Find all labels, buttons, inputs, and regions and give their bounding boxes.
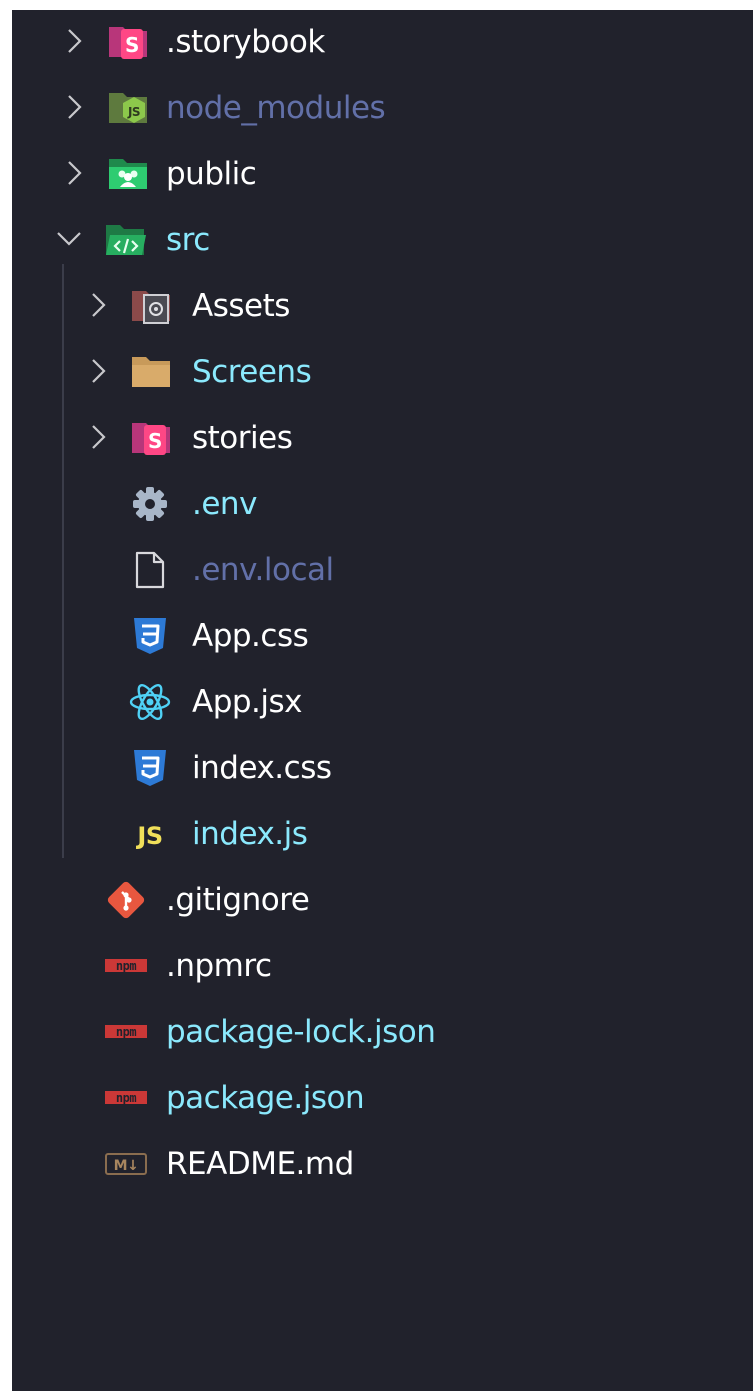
tree-item-label: package.json [166,1080,365,1116]
tree-item-label: index.js [192,816,308,852]
javascript-icon: JS [128,815,172,853]
chevron-down-icon[interactable] [52,222,86,256]
tree-item-label: .npmrc [166,948,272,984]
npm-icon: npm [104,1079,148,1117]
svg-text:JS: JS [127,105,140,119]
chevron-right-icon[interactable] [82,288,116,322]
tree-item-index-js[interactable]: JS index.js [12,807,753,863]
tree-item-label: .env.local [192,552,334,588]
svg-text:S: S [125,33,139,57]
svg-text:M↓: M↓ [114,1158,139,1174]
tree-item-storybook[interactable]: S .storybook [12,15,753,71]
tree-item-npmrc[interactable]: npm .npmrc [12,939,753,995]
tree-item-assets[interactable]: Assets [12,279,753,335]
tree-item-app-jsx[interactable]: App.jsx [12,675,753,731]
svg-text:npm: npm [116,1091,136,1105]
tree-item-label: Screens [192,354,312,390]
assets-folder-icon [130,287,174,325]
chevron-right-icon[interactable] [82,420,116,454]
storybook-folder-icon: S [130,419,174,457]
src-folder-icon [104,221,148,259]
tree-item-app-css[interactable]: App.css [12,609,753,665]
tree-item-env[interactable]: .env [12,477,753,533]
node-modules-folder-icon: JS [107,89,151,127]
public-folder-icon [107,155,151,193]
chevron-right-icon[interactable] [58,156,92,190]
tree-item-label: Assets [192,288,290,324]
tree-item-label: README.md [166,1146,354,1182]
svg-text:npm: npm [116,1025,136,1039]
tree-item-node-modules[interactable]: JS node_modules [12,81,753,137]
chevron-right-icon[interactable] [82,354,116,388]
tree-item-label: .storybook [166,24,325,60]
tree-item-src[interactable]: src [12,213,753,269]
tree-item-label: App.css [192,618,309,654]
folder-icon [130,353,174,391]
tree-item-label: node_modules [166,90,386,126]
file-icon [130,551,174,589]
tree-item-label: .gitignore [166,882,310,918]
chevron-right-icon[interactable] [58,90,92,124]
npm-icon: npm [104,1013,148,1051]
storybook-folder-icon: S [107,23,151,61]
tree-item-env-local[interactable]: .env.local [12,543,753,599]
git-icon [104,881,148,919]
tree-item-readme-md[interactable]: M↓ README.md [12,1137,753,1193]
tree-item-screens[interactable]: Screens [12,345,753,401]
tree-item-label: stories [192,420,293,456]
tree-item-label: index.css [192,750,332,786]
svg-text:S: S [148,429,162,453]
file-explorer: S .storybook JS node_modules public src … [12,10,753,1391]
tree-item-index-css[interactable]: index.css [12,741,753,797]
svg-text:JS: JS [135,822,162,850]
svg-text:npm: npm [116,959,136,973]
tree-item-package-json[interactable]: npm package.json [12,1071,753,1127]
tree-item-gitignore[interactable]: .gitignore [12,873,753,929]
tree-item-package-lock-json[interactable]: npm package-lock.json [12,1005,753,1061]
npm-icon: npm [104,947,148,985]
tree-item-label: src [166,222,210,258]
chevron-right-icon[interactable] [58,24,92,58]
css-icon [128,617,172,655]
tree-item-label: package-lock.json [166,1014,436,1050]
react-icon [128,683,172,721]
tree-item-label: .env [192,486,257,522]
tree-item-public[interactable]: public [12,147,753,203]
css-icon [128,749,172,787]
tree-item-label: App.jsx [192,684,303,720]
tree-item-label: public [166,156,257,192]
gear-icon [128,485,172,523]
markdown-icon: M↓ [104,1145,148,1183]
tree-item-stories[interactable]: S stories [12,411,753,467]
